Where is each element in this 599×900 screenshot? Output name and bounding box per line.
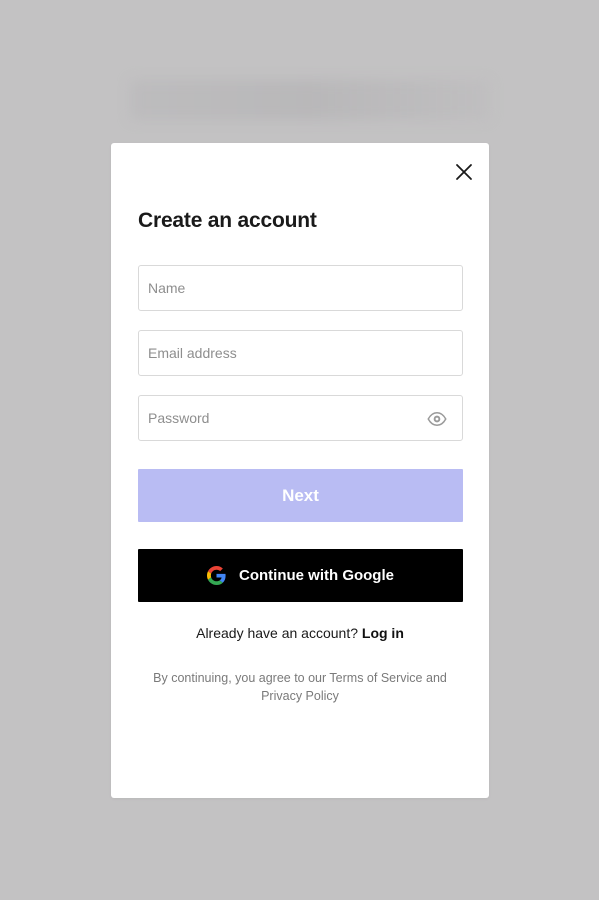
close-button[interactable]	[452, 160, 476, 184]
close-icon	[456, 164, 472, 180]
blurred-background-content	[130, 80, 490, 120]
privacy-policy-link[interactable]: Privacy Policy	[261, 689, 339, 703]
legal-notice: By continuing, you agree to our Terms of…	[139, 669, 461, 705]
email-field[interactable]	[138, 330, 463, 376]
name-input[interactable]	[139, 266, 462, 310]
eye-icon	[427, 411, 447, 427]
login-prompt: Already have an account? Log in	[111, 625, 489, 641]
modal-title: Create an account	[138, 209, 317, 232]
login-prompt-text: Already have an account?	[196, 625, 358, 641]
show-password-toggle[interactable]	[426, 408, 448, 430]
name-field[interactable]	[138, 265, 463, 311]
google-button-label: Continue with Google	[239, 567, 394, 584]
password-input[interactable]	[139, 396, 462, 440]
log-in-link[interactable]: Log in	[362, 625, 404, 641]
password-field[interactable]	[138, 395, 463, 441]
next-button[interactable]: Next	[138, 469, 463, 522]
google-logo-icon	[207, 566, 226, 585]
terms-of-service-link[interactable]: Terms of Service	[329, 671, 422, 685]
email-input[interactable]	[139, 331, 462, 375]
create-account-modal: Create an account Next Continue with Goo…	[111, 143, 489, 798]
legal-prefix: By continuing, you agree to our	[153, 671, 327, 685]
continue-with-google-button[interactable]: Continue with Google	[138, 549, 463, 602]
legal-conjunction: and	[426, 671, 447, 685]
